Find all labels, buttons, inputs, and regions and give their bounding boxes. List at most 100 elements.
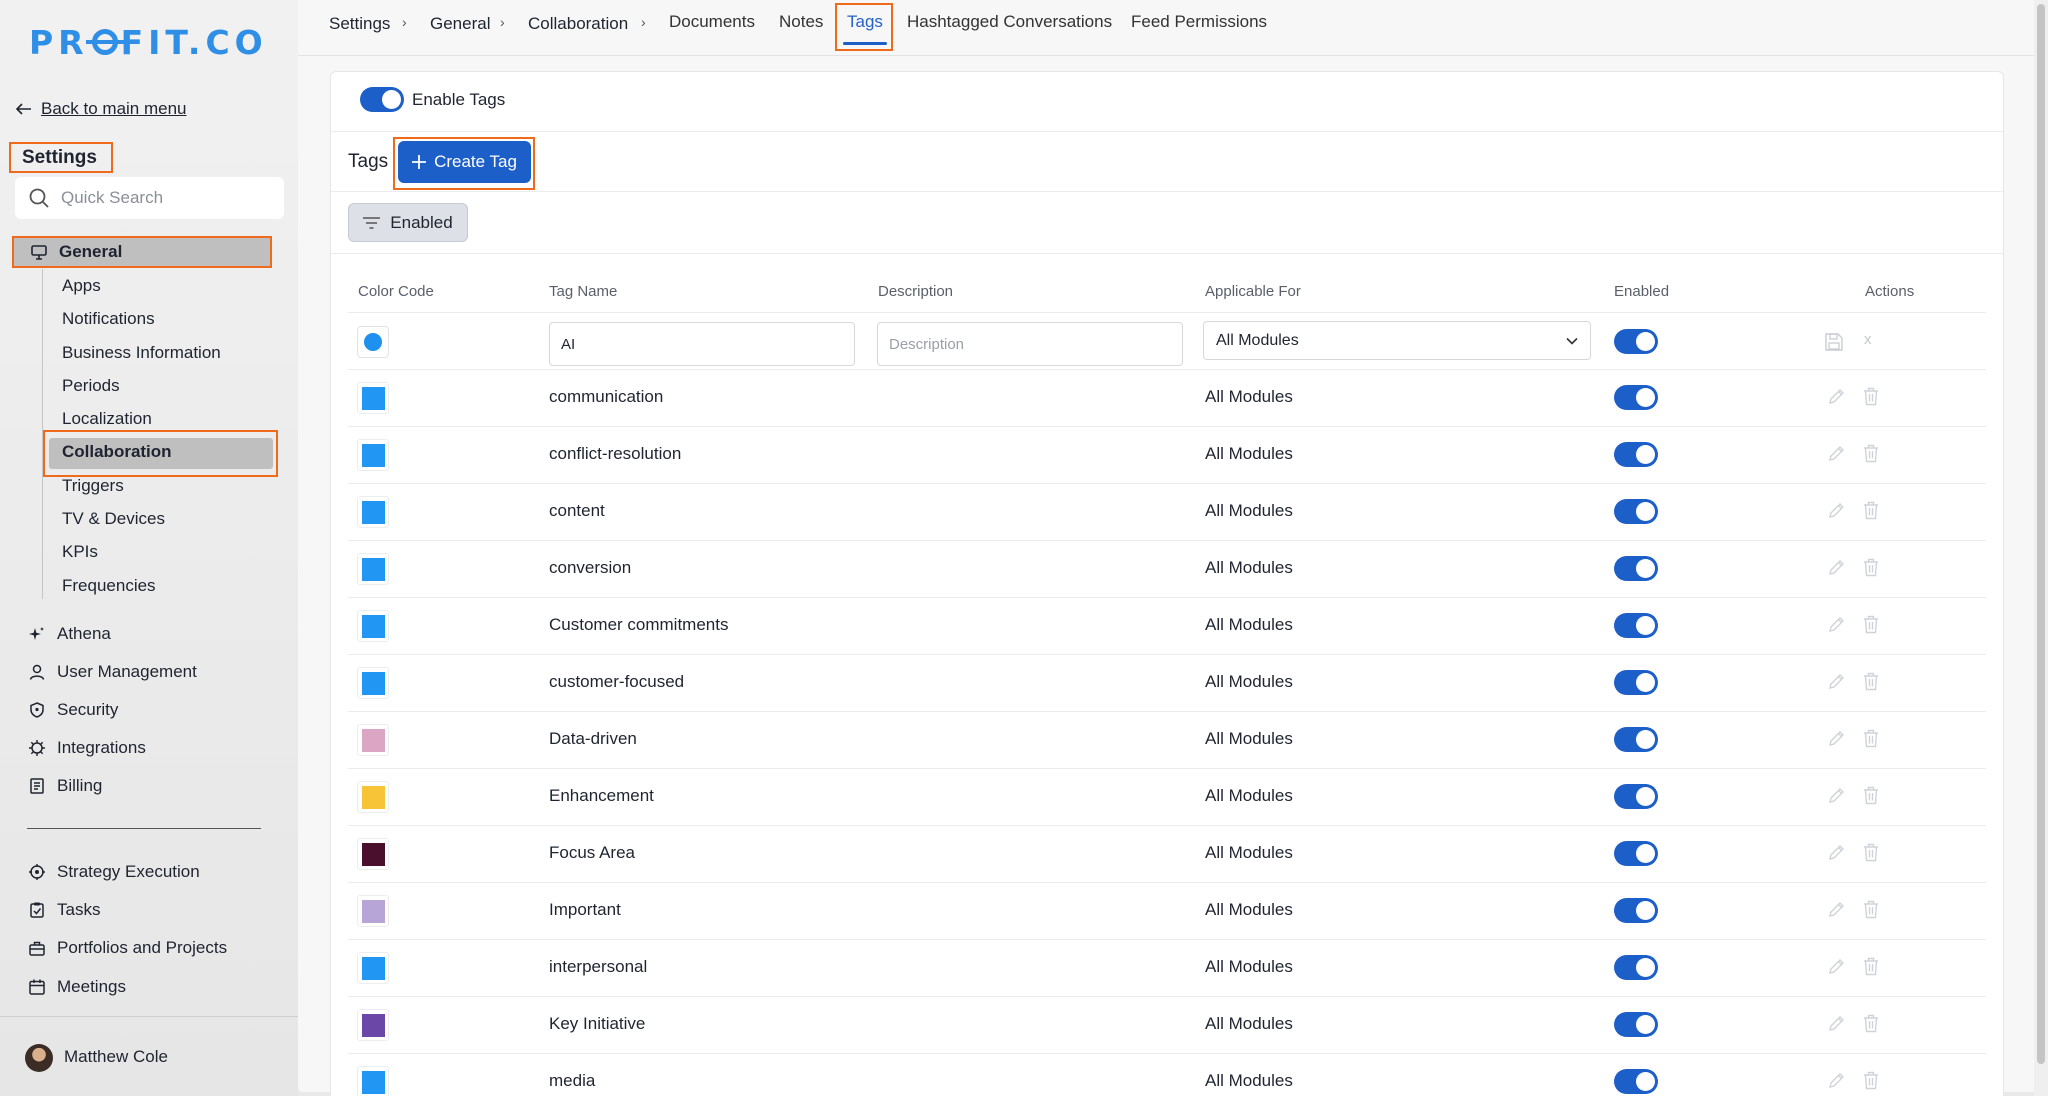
color-swatch: [357, 1066, 389, 1096]
enabled-toggle[interactable]: [1614, 556, 1658, 581]
pencil-icon[interactable]: [1827, 444, 1846, 468]
enabled-toggle[interactable]: [1614, 613, 1658, 638]
subnav-localization[interactable]: Localization: [62, 409, 152, 429]
applicable-for-select[interactable]: All Modules: [1203, 321, 1591, 360]
enabled-toggle[interactable]: [1614, 670, 1658, 695]
sidebar-item-athena[interactable]: Athena: [29, 624, 111, 644]
enabled-toggle[interactable]: [1614, 727, 1658, 752]
pencil-icon[interactable]: [1827, 957, 1846, 981]
sidebar-item-billing[interactable]: Billing: [29, 776, 102, 796]
trash-icon[interactable]: [1863, 615, 1879, 639]
create-tag-button[interactable]: Create Tag: [398, 141, 531, 183]
enabled-toggle[interactable]: [1614, 499, 1658, 524]
pencil-icon[interactable]: [1827, 900, 1846, 924]
sidebar-item-meetings[interactable]: Meetings: [29, 977, 126, 997]
applicable-for: All Modules: [1205, 957, 1293, 976]
trash-icon[interactable]: [1863, 387, 1879, 411]
pencil-icon[interactable]: [1827, 729, 1846, 753]
table-row: communication All Modules: [348, 370, 1986, 427]
enabled-toggle[interactable]: [1614, 784, 1658, 809]
tab-tags[interactable]: Tags: [847, 12, 883, 32]
table-row: Enhancement All Modules: [348, 769, 1986, 826]
table-row: Customer commitments All Modules: [348, 598, 1986, 655]
enabled-toggle[interactable]: [1614, 955, 1658, 980]
trash-icon[interactable]: [1863, 1014, 1879, 1038]
tag-name-input[interactable]: [549, 322, 855, 366]
enabled-toggle[interactable]: [1614, 841, 1658, 866]
sidebar-item-user-management[interactable]: User Management: [29, 662, 197, 682]
trash-icon[interactable]: [1863, 1071, 1879, 1095]
active-tab-indicator: [843, 42, 887, 45]
enabled-toggle[interactable]: [1614, 898, 1658, 923]
subnav-notifications[interactable]: Notifications: [62, 309, 155, 329]
breadcrumb-general[interactable]: General: [430, 14, 490, 34]
color-picker[interactable]: [357, 326, 389, 358]
trash-icon[interactable]: [1863, 672, 1879, 696]
new-tag-enabled-toggle[interactable]: [1614, 329, 1658, 354]
pencil-icon[interactable]: [1827, 501, 1846, 525]
pencil-icon[interactable]: [1827, 615, 1846, 639]
subnav-tv-devices[interactable]: TV & Devices: [62, 509, 165, 529]
trash-icon[interactable]: [1863, 843, 1879, 867]
trash-icon[interactable]: [1863, 558, 1879, 582]
trash-icon[interactable]: [1863, 786, 1879, 810]
sidebar-item-integrations[interactable]: Integrations: [29, 738, 146, 758]
enabled-filter-label: Enabled: [390, 212, 453, 232]
breadcrumb-collaboration[interactable]: Collaboration: [528, 14, 628, 34]
tab-documents[interactable]: Documents: [669, 12, 755, 32]
description-input[interactable]: [877, 322, 1183, 366]
pencil-icon[interactable]: [1827, 843, 1846, 867]
enabled-toggle[interactable]: [1614, 385, 1658, 410]
pencil-icon[interactable]: [1827, 387, 1846, 411]
color-fill: [361, 443, 385, 467]
subnav-kpis[interactable]: KPIs: [62, 542, 98, 562]
scrollbar[interactable]: [2034, 0, 2048, 1096]
trash-icon[interactable]: [1863, 729, 1879, 753]
calendar-icon: [29, 979, 45, 995]
sidebar-item-security[interactable]: Security: [29, 700, 118, 720]
pencil-icon[interactable]: [1827, 672, 1846, 696]
subnav-apps[interactable]: Apps: [62, 276, 101, 296]
pencil-icon[interactable]: [1827, 558, 1846, 582]
trash-icon[interactable]: [1863, 900, 1879, 924]
tab-feed-permissions[interactable]: Feed Permissions: [1131, 12, 1267, 32]
briefcase-icon: [29, 940, 45, 956]
monitor-icon: [31, 244, 47, 260]
user-bar[interactable]: Matthew Cole: [0, 1016, 298, 1096]
subnav-periods[interactable]: Periods: [62, 376, 120, 396]
quick-search-input[interactable]: [61, 188, 261, 208]
subnav-business-information[interactable]: Business Information: [62, 343, 221, 363]
enabled-filter-button[interactable]: Enabled: [348, 203, 468, 242]
pencil-icon[interactable]: [1827, 1014, 1846, 1038]
color-fill: [361, 956, 385, 980]
tasks-label: Tasks: [57, 900, 101, 919]
tab-hashtagged-conversations[interactable]: Hashtagged Conversations: [907, 12, 1112, 32]
sidebar-item-strategy-execution[interactable]: Strategy Execution: [29, 862, 200, 882]
save-icon[interactable]: [1825, 333, 1843, 351]
quick-search-box[interactable]: [15, 177, 284, 219]
enabled-toggle[interactable]: [1614, 1012, 1658, 1037]
cancel-icon[interactable]: x: [1864, 331, 1872, 348]
arrow-left-icon: [16, 103, 31, 115]
enable-tags-toggle[interactable]: [360, 87, 404, 112]
enabled-toggle[interactable]: [1614, 442, 1658, 467]
new-tag-row: All Modules x: [348, 312, 1986, 370]
pencil-icon[interactable]: [1827, 786, 1846, 810]
enabled-toggle[interactable]: [1614, 1069, 1658, 1094]
profitco-logo[interactable]: PR FIT.CO: [29, 23, 268, 62]
subnav-triggers[interactable]: Triggers: [62, 476, 124, 496]
subnav-frequencies[interactable]: Frequencies: [62, 576, 156, 596]
sidebar-item-general[interactable]: General: [12, 236, 272, 268]
sidebar-item-portfolios[interactable]: Portfolios and Projects: [29, 938, 227, 958]
tab-notes[interactable]: Notes: [779, 12, 823, 32]
sidebar-item-tasks[interactable]: Tasks: [29, 900, 100, 920]
table-row: Important All Modules: [348, 883, 1986, 940]
back-to-main-menu-link[interactable]: Back to main menu: [16, 99, 187, 119]
pencil-icon[interactable]: [1827, 1071, 1846, 1095]
trash-icon[interactable]: [1863, 501, 1879, 525]
trash-icon[interactable]: [1863, 444, 1879, 468]
breadcrumb-settings[interactable]: Settings: [329, 14, 390, 34]
color-swatch: [357, 781, 389, 813]
scrollbar-thumb[interactable]: [2037, 4, 2045, 1064]
trash-icon[interactable]: [1863, 957, 1879, 981]
